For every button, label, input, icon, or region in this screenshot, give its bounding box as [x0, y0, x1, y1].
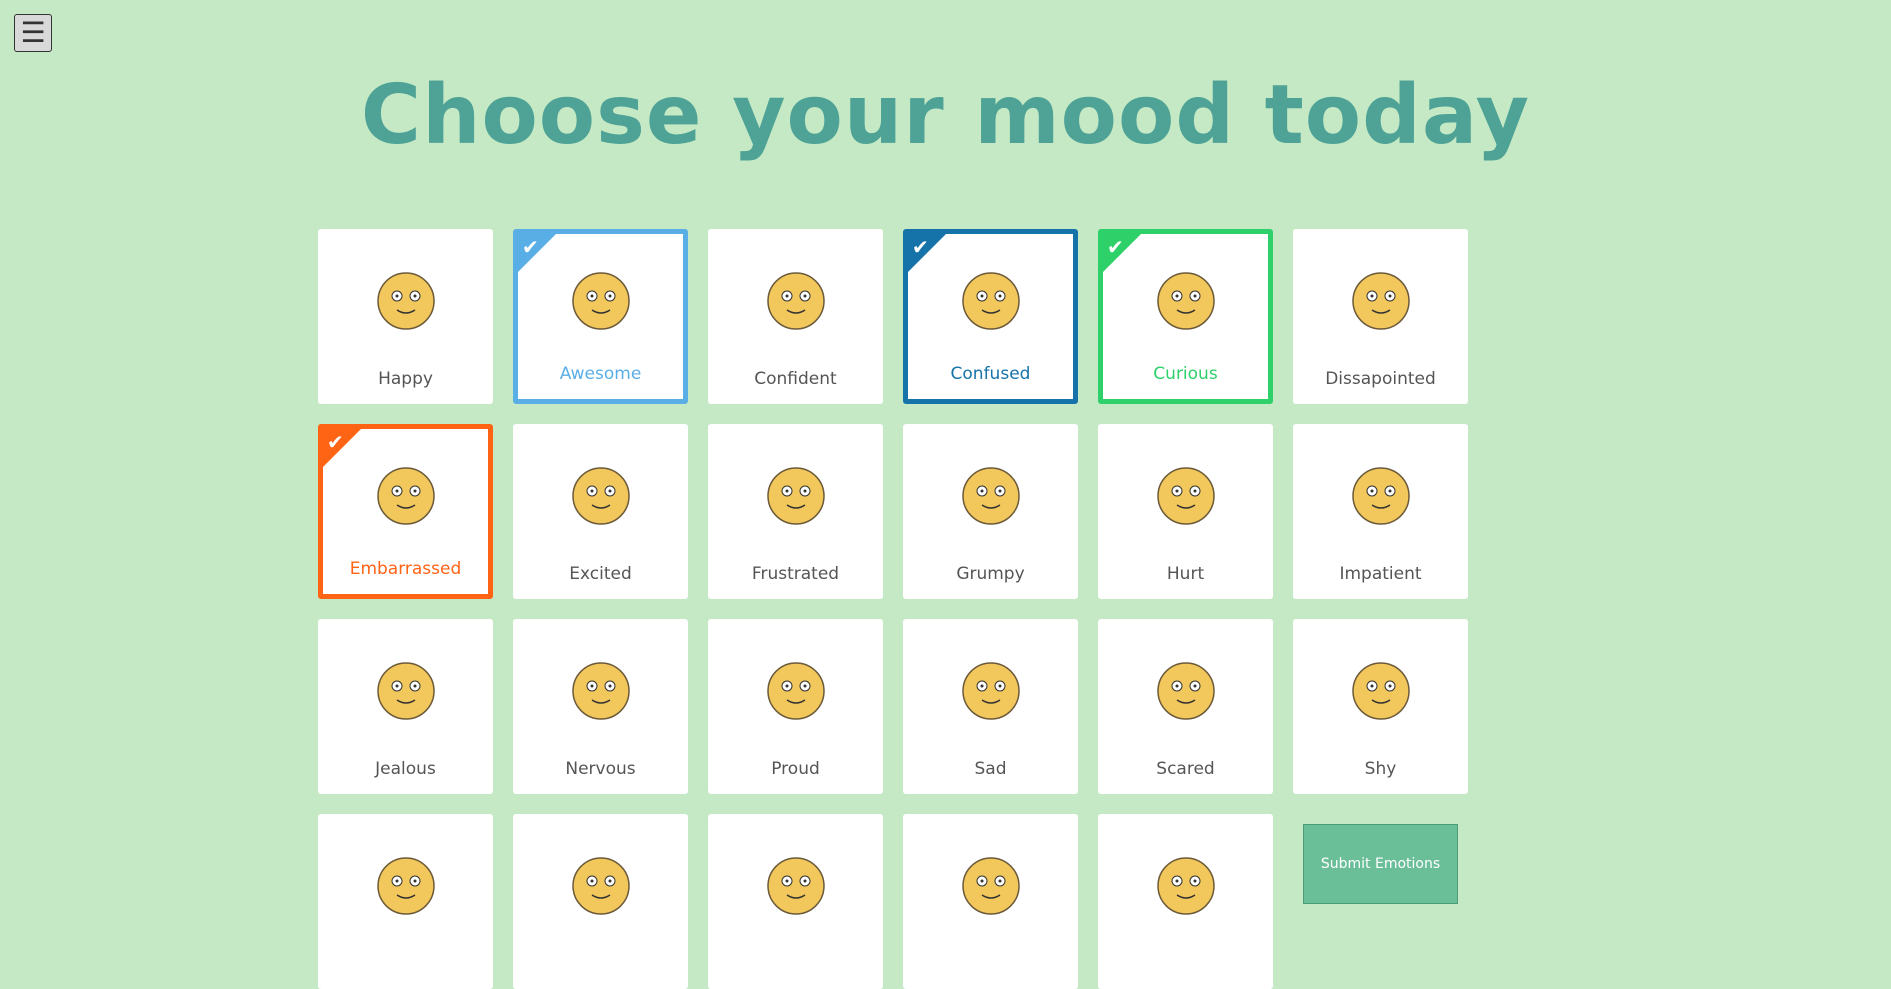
emoji-face-icon — [570, 660, 632, 726]
mood-label: Hurt — [1166, 564, 1205, 584]
emoji-face-icon — [1350, 660, 1412, 726]
mood-card[interactable] — [903, 814, 1078, 989]
mood-card[interactable]: Scared — [1098, 619, 1273, 794]
mood-label: Confused — [950, 364, 1031, 384]
mood-label: Grumpy — [956, 564, 1025, 584]
checkmark-icon: ✔ — [912, 235, 929, 259]
mood-card[interactable]: ✔ Confused — [903, 229, 1078, 404]
mood-label: Shy — [1364, 759, 1397, 779]
mood-card[interactable]: ✔ Embarrassed — [318, 424, 493, 599]
mood-label: Confident — [754, 369, 837, 389]
mood-label: Impatient — [1339, 564, 1422, 584]
emoji-face-icon — [570, 465, 632, 531]
emoji-face-icon — [960, 660, 1022, 726]
mood-card[interactable]: Proud — [708, 619, 883, 794]
mood-card[interactable]: Nervous — [513, 619, 688, 794]
emoji-face-icon — [570, 270, 632, 336]
mood-label: Happy — [378, 369, 433, 389]
mood-label: Awesome — [559, 364, 642, 384]
emoji-face-icon — [765, 855, 827, 921]
hamburger-icon: ☰ — [20, 16, 46, 49]
mood-card[interactable]: Sad — [903, 619, 1078, 794]
mood-label: Sad — [974, 759, 1007, 779]
mood-card[interactable]: ✔ Awesome — [513, 229, 688, 404]
mood-label: Proud — [771, 759, 820, 779]
mood-label: Scared — [1156, 759, 1215, 779]
menu-button[interactable]: ☰ — [14, 14, 52, 52]
mood-card[interactable]: Confident — [708, 229, 883, 404]
emoji-face-icon — [765, 660, 827, 726]
mood-card[interactable]: Shy — [1293, 619, 1468, 794]
mood-label: Excited — [569, 564, 632, 584]
mood-label: Curious — [1153, 364, 1218, 384]
mood-card[interactable] — [1098, 814, 1273, 989]
mood-card[interactable] — [318, 814, 493, 989]
mood-card[interactable]: Dissapointed — [1293, 229, 1468, 404]
emoji-face-icon — [765, 465, 827, 531]
mood-label: Embarrassed — [349, 559, 462, 579]
mood-label: Dissapointed — [1325, 369, 1436, 389]
emoji-face-icon — [1155, 855, 1217, 921]
mood-card[interactable]: Excited — [513, 424, 688, 599]
emoji-face-icon — [765, 270, 827, 336]
emoji-face-icon — [960, 465, 1022, 531]
emoji-face-icon — [375, 465, 437, 531]
emoji-face-icon — [960, 270, 1022, 336]
emoji-face-icon — [570, 855, 632, 921]
emoji-face-icon — [1350, 465, 1412, 531]
mood-card[interactable]: ✔ Curious — [1098, 229, 1273, 404]
mood-label: Frustrated — [751, 564, 840, 584]
emoji-face-icon — [375, 855, 437, 921]
mood-card[interactable]: Hurt — [1098, 424, 1273, 599]
emoji-face-icon — [1155, 660, 1217, 726]
mood-card[interactable]: Jealous — [318, 619, 493, 794]
mood-card[interactable]: Frustrated — [708, 424, 883, 599]
page-title: Choose your mood today — [360, 68, 1531, 163]
mood-card[interactable] — [708, 814, 883, 989]
emoji-face-icon — [375, 660, 437, 726]
emoji-face-icon — [1155, 465, 1217, 531]
checkmark-icon: ✔ — [327, 430, 344, 454]
submit-emotions-button[interactable]: Submit Emotions — [1303, 824, 1458, 904]
checkmark-icon: ✔ — [1107, 235, 1124, 259]
mood-label: Jealous — [375, 759, 436, 779]
checkmark-icon: ✔ — [522, 235, 539, 259]
mood-card[interactable]: Happy — [318, 229, 493, 404]
mood-card[interactable]: Impatient — [1293, 424, 1468, 599]
mood-card[interactable]: Grumpy — [903, 424, 1078, 599]
emoji-face-icon — [1155, 270, 1217, 336]
mood-card[interactable] — [513, 814, 688, 989]
mood-label: Nervous — [565, 759, 636, 779]
emoji-face-icon — [960, 855, 1022, 921]
emoji-face-icon — [1350, 270, 1412, 336]
emoji-face-icon — [375, 270, 437, 336]
